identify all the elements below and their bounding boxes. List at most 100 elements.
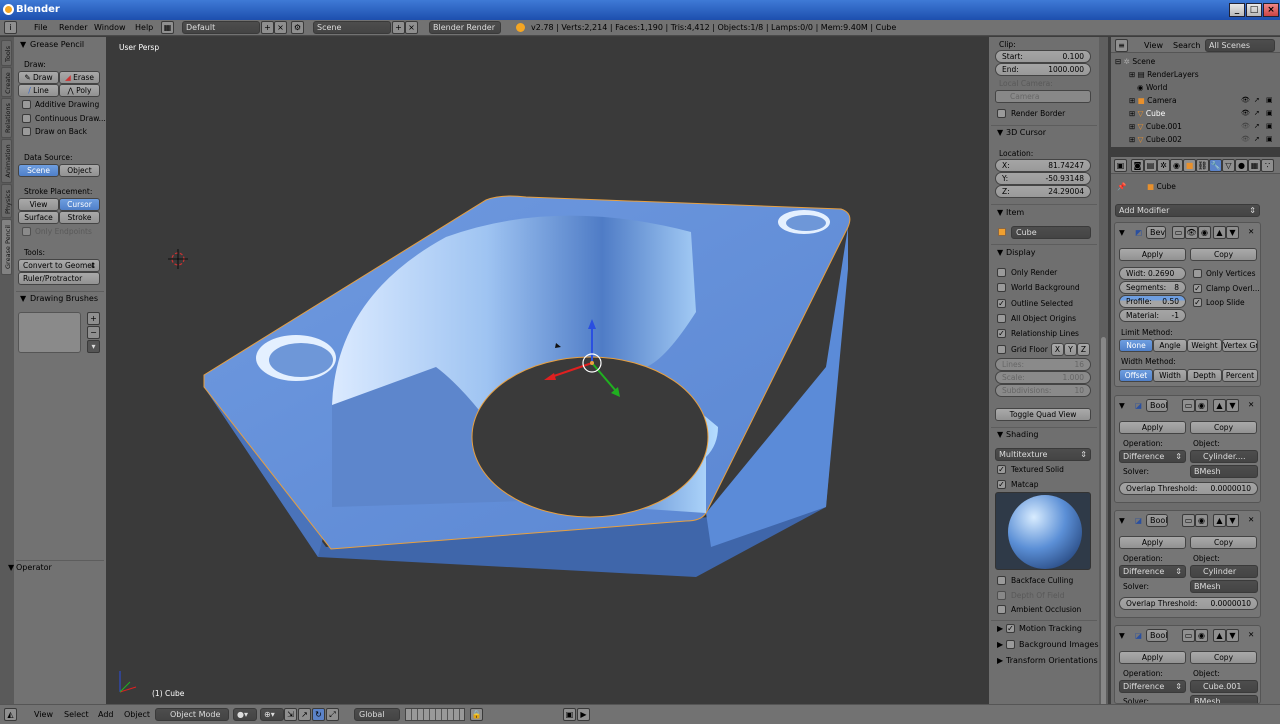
display-header[interactable]: Display bbox=[1006, 248, 1036, 257]
world-tab-icon[interactable]: ◉ bbox=[1170, 159, 1183, 172]
grid-z-toggle[interactable]: Z bbox=[1077, 343, 1090, 356]
placement-stroke-button[interactable]: Stroke bbox=[59, 211, 100, 224]
editmode-eye-icon[interactable]: 👁 bbox=[1185, 226, 1198, 239]
shading-header[interactable]: Shading bbox=[1006, 430, 1039, 439]
ambient-occlusion-checkbox[interactable] bbox=[997, 605, 1006, 614]
additive-drawing-checkbox[interactable] bbox=[22, 100, 31, 109]
close-button[interactable]: × bbox=[1263, 3, 1279, 17]
texture-tab-icon[interactable]: ▦ bbox=[1248, 159, 1261, 172]
operator-header-arrow[interactable]: ▼ bbox=[8, 563, 14, 572]
grid-scale-field[interactable]: Scale: 1.000 bbox=[995, 371, 1091, 384]
boolean-apply-button[interactable]: Apply bbox=[1119, 651, 1186, 664]
width-width-button[interactable]: Width bbox=[1153, 369, 1187, 382]
grid-y-toggle[interactable]: Y bbox=[1064, 343, 1077, 356]
draw-on-back-checkbox[interactable] bbox=[22, 127, 31, 136]
outliner-item-cube001[interactable]: ⊞ ▽ Cube.001 bbox=[1129, 122, 1182, 131]
outline-selected-checkbox[interactable]: ✓ bbox=[997, 299, 1006, 308]
menu-view[interactable]: View bbox=[34, 709, 53, 721]
move-up-icon[interactable]: ▲ bbox=[1213, 629, 1226, 642]
scene-icon[interactable]: ⚙ bbox=[291, 21, 304, 34]
solver-selector[interactable]: BMesh bbox=[1190, 580, 1258, 593]
layout-grid-icon[interactable]: ▦ bbox=[161, 21, 174, 34]
layout-selector[interactable]: Default bbox=[182, 21, 260, 34]
boolean-name-field[interactable]: Bool bbox=[1146, 399, 1168, 412]
area-divider[interactable] bbox=[1111, 147, 1280, 157]
selectable-arrow-icon[interactable]: ➚ bbox=[1254, 122, 1260, 130]
realtime-display-icon[interactable]: ▭ bbox=[1182, 514, 1195, 527]
selectable-arrow-icon[interactable]: ➚ bbox=[1254, 109, 1260, 117]
only-vertices-checkbox[interactable] bbox=[1193, 269, 1202, 278]
add-modifier-dropdown[interactable]: Add Modifier ⇕ bbox=[1115, 204, 1260, 217]
tab-animation[interactable]: Animation bbox=[1, 139, 12, 183]
textured-solid-checkbox[interactable]: ✓ bbox=[997, 465, 1006, 474]
only-endpoints-checkbox[interactable] bbox=[22, 227, 31, 236]
operation-selector[interactable]: Difference ⇕ bbox=[1119, 680, 1186, 693]
render-still-icon[interactable]: ▣ bbox=[563, 708, 576, 721]
bevel-material-field[interactable]: Material: -1 bbox=[1119, 309, 1186, 322]
scene-remove-icon[interactable]: × bbox=[405, 21, 418, 34]
move-up-icon[interactable]: ▲ bbox=[1213, 399, 1226, 412]
boolean-apply-button[interactable]: Apply bbox=[1119, 536, 1186, 549]
cursor-y-field[interactable]: Y: -50.93148 bbox=[995, 172, 1091, 185]
move-down-icon[interactable]: ▼ bbox=[1226, 399, 1239, 412]
info-editor-icon[interactable]: i bbox=[4, 21, 17, 34]
scene-add-icon[interactable]: + bbox=[392, 21, 405, 34]
drawing-brushes-header[interactable]: Drawing Brushes bbox=[30, 294, 98, 303]
clip-end-field[interactable]: End: 1000.000 bbox=[995, 63, 1091, 76]
pivot-selector[interactable]: ⊕▾ bbox=[260, 708, 284, 721]
realtime-display-icon[interactable]: ▭ bbox=[1182, 629, 1195, 642]
scale-manipulator-icon[interactable]: ⤢ bbox=[326, 708, 339, 721]
width-offset-button[interactable]: Offset bbox=[1119, 369, 1153, 382]
layout-remove-icon[interactable]: × bbox=[274, 21, 287, 34]
depth-of-field-checkbox[interactable] bbox=[997, 591, 1006, 600]
outliner-item-cube002[interactable]: ⊞ ▽ Cube.002 bbox=[1129, 135, 1182, 144]
limit-none-button[interactable]: None bbox=[1119, 339, 1153, 352]
item-header-arrow[interactable]: ▼ bbox=[997, 208, 1003, 217]
move-down-icon[interactable]: ▼ bbox=[1226, 514, 1239, 527]
transform-orientation-selector[interactable]: Global bbox=[354, 708, 400, 721]
menu-object[interactable]: Object bbox=[124, 709, 150, 721]
all-object-origins-checkbox[interactable] bbox=[997, 314, 1006, 323]
outliner-editor-icon[interactable]: ≡ bbox=[1115, 39, 1128, 52]
placement-view-button[interactable]: View bbox=[18, 198, 59, 211]
line-button[interactable]: / Line bbox=[18, 84, 59, 97]
rotate-manipulator-icon[interactable]: ↻ bbox=[312, 708, 325, 721]
display-header-arrow[interactable]: ▼ bbox=[997, 248, 1003, 257]
toggle-quad-view-button[interactable]: Toggle Quad View bbox=[995, 408, 1091, 421]
menu-help[interactable]: Help bbox=[135, 22, 153, 34]
outliner-item-cube[interactable]: ⊞ ▽ Cube bbox=[1129, 109, 1165, 118]
move-down-icon[interactable]: ▼ bbox=[1226, 629, 1239, 642]
limit-vertex-group-button[interactable]: Vertex Gr bbox=[1222, 339, 1258, 352]
overlap-threshold-field[interactable]: Overlap Threshold: 0.0000010 bbox=[1119, 597, 1258, 610]
placement-surface-button[interactable]: Surface bbox=[18, 211, 59, 224]
transform-orientations-arrow[interactable]: ▶ bbox=[997, 656, 1003, 665]
poly-button[interactable]: ⋀ Poly bbox=[59, 84, 100, 97]
grease-pencil-header[interactable]: Grease Pencil bbox=[30, 40, 84, 49]
layer-buttons[interactable] bbox=[405, 708, 465, 721]
scene-tab-icon[interactable]: ✲ bbox=[1157, 159, 1170, 172]
data-source-scene-button[interactable]: Scene bbox=[18, 164, 59, 177]
brush-list[interactable] bbox=[18, 312, 81, 353]
world-background-checkbox[interactable] bbox=[997, 283, 1006, 292]
operator-header[interactable]: Operator bbox=[16, 563, 52, 572]
motion-tracking-header[interactable]: Motion Tracking bbox=[1019, 624, 1082, 633]
boolean-object-field[interactable]: Cube.001 bbox=[1190, 680, 1258, 693]
menu-window[interactable]: Window bbox=[94, 22, 126, 34]
clip-start-field[interactable]: Start: 0.100 bbox=[995, 50, 1091, 63]
render-engine-selector[interactable]: Blender Render bbox=[429, 21, 501, 34]
ruler-protractor-button[interactable]: Ruler/Protractor bbox=[18, 272, 100, 285]
solver-selector[interactable]: BMesh bbox=[1190, 465, 1258, 478]
cursor-x-field[interactable]: X: 81.74247 bbox=[995, 159, 1091, 172]
render-tab-icon[interactable]: ◙ bbox=[1131, 159, 1144, 172]
boolean-name-field[interactable]: Bool bbox=[1146, 629, 1168, 642]
collapse-arrow-icon[interactable]: ▼ bbox=[1119, 228, 1125, 237]
visibility-eye-icon[interactable]: 👁 bbox=[1241, 122, 1250, 130]
remove-modifier-icon[interactable]: ✕ bbox=[1248, 400, 1254, 409]
render-camera-icon[interactable]: ▣ bbox=[1266, 96, 1273, 104]
bevel-width-field[interactable]: Widt: 0.2690 bbox=[1119, 267, 1186, 280]
grid-floor-checkbox[interactable] bbox=[997, 345, 1006, 354]
item-header[interactable]: Item bbox=[1006, 208, 1024, 217]
item-name-field[interactable]: Cube bbox=[1011, 226, 1091, 239]
transform-orientations-header[interactable]: Transform Orientations bbox=[1006, 656, 1098, 665]
manipulator-toggle-icon[interactable]: ⇲ bbox=[284, 708, 297, 721]
